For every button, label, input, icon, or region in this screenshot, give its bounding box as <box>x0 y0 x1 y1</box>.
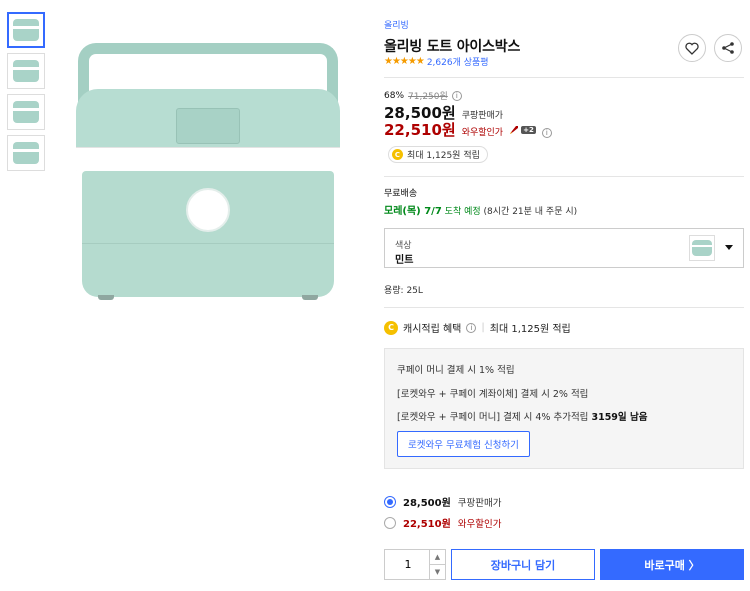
add-to-cart-button[interactable]: 장바구니 담기 <box>451 549 595 580</box>
option-value: 민트 <box>395 255 414 266</box>
price-option-coupang[interactable]: 28,500원 쿠팡판매가 <box>384 494 502 509</box>
divider <box>384 176 744 177</box>
thumbnail-4[interactable] <box>7 135 45 171</box>
info-icon[interactable]: i <box>451 90 462 101</box>
member-price-row: 22,510원 와우할인가 +2 i <box>384 119 552 140</box>
member-price-label: 와우할인가 <box>461 128 504 138</box>
main-product-image <box>58 15 358 305</box>
thumbnail-1[interactable] <box>7 12 45 48</box>
delivery-estimate: 모레(목) 7/7 도착 예정 (8시간 21분 내 주문 시) <box>384 202 577 217</box>
reward-badge: C 최대 1,125원 적립 <box>388 146 488 163</box>
benefit-box: 쿠페이 머니 결제 시 1% 적립 [로켓와우 + 쿠페이 계좌이체] 결제 시… <box>384 348 744 469</box>
shipping-label: 무료배송 <box>384 189 418 199</box>
delivery-suffix: 도착 예정 <box>444 207 481 217</box>
benefit-line: [로켓와우 + 쿠페이 계좌이체] 결제 시 2% 적립 <box>397 389 589 400</box>
cash-reward-label: 캐시적립 혜택 <box>403 324 462 335</box>
rocket-icon <box>510 126 519 134</box>
price-option-label: 와우할인가 <box>457 518 502 530</box>
quantity-stepper: ▲ ▼ <box>384 549 446 580</box>
price-option-wow[interactable]: 22,510원 와우할인가 <box>384 515 502 530</box>
cash-max-reward: 최대 1,125원 적립 <box>489 324 571 335</box>
benefit-days-left: 3159일 남음 <box>591 412 648 423</box>
separator: | <box>481 322 485 333</box>
delivery-note: (8시간 21분 내 주문 시) <box>483 207 578 217</box>
cooler-foot <box>302 295 318 300</box>
thumbnail-image <box>13 19 39 41</box>
cooler-foot <box>98 295 114 300</box>
cooler-band <box>76 147 340 173</box>
quantity-decrease-button[interactable]: ▼ <box>429 565 445 579</box>
rating-row: ★★★★★ 2,626개 상품평 <box>384 55 489 68</box>
radio-button[interactable] <box>384 495 396 508</box>
divider <box>384 307 744 308</box>
coin-icon: C <box>384 320 398 335</box>
thumbnail-image <box>13 142 39 164</box>
thumbnail-list <box>7 12 47 176</box>
capacity-text: 용량: 25L <box>384 286 423 296</box>
discount-rate: 68% <box>384 90 405 101</box>
info-icon[interactable]: i <box>541 128 552 138</box>
rocket-wow-trial-button[interactable]: 로켓와우 무료체험 신청하기 <box>397 431 530 457</box>
quantity-increase-button[interactable]: ▲ <box>429 550 445 565</box>
member-price: 22,510원 <box>384 121 456 139</box>
cooler-drain-plug <box>186 188 230 232</box>
share-icon <box>722 42 734 54</box>
reward-text: 최대 1,125원 적립 <box>407 151 480 161</box>
color-option-select[interactable]: 색상 민트 <box>384 228 744 268</box>
buy-now-button[interactable]: 바로구매 〉 <box>600 549 744 580</box>
chevron-down-icon <box>725 245 733 250</box>
cooler-body-lower <box>82 243 334 297</box>
divider <box>384 77 744 78</box>
delivery-date: 모레(목) 7/7 <box>384 206 442 217</box>
rocket-wow-badge: +2 <box>509 125 536 135</box>
info-icon[interactable]: i <box>466 322 477 333</box>
option-thumbnail <box>689 235 715 261</box>
review-count-link[interactable]: 2,626개 상품평 <box>427 55 489 68</box>
wishlist-button[interactable] <box>678 34 706 62</box>
product-title: 올리빙 도트 아이스박스 <box>384 39 521 55</box>
option-label: 색상 <box>395 241 412 251</box>
cash-reward-row: C 캐시적립 혜택 i | 최대 1,125원 적립 <box>384 320 571 335</box>
quantity-input[interactable] <box>385 550 431 579</box>
rocket-badge-count: +2 <box>521 126 536 134</box>
option-thumbnail-image <box>692 240 712 256</box>
thumbnail-image <box>13 60 39 82</box>
share-button[interactable] <box>714 34 742 62</box>
original-price: 71,250원 <box>408 92 448 102</box>
price-option-amount: 22,510원 <box>403 519 451 530</box>
benefit-line: [로켓와우 + 쿠페이 머니] 결제 시 4% 추가적립 3159일 남음 <box>397 409 647 423</box>
price-option-amount: 28,500원 <box>403 498 451 509</box>
brand-link[interactable]: 올리빙 <box>384 18 409 31</box>
benefit-line: 쿠페이 머니 결제 시 1% 적립 <box>397 365 515 376</box>
price-option-label: 쿠팡판매가 <box>457 497 502 509</box>
benefit-line-text: [로켓와우 + 쿠페이 머니] 결제 시 4% 추가적립 <box>397 412 589 423</box>
discount-row: 68% 71,250원 i <box>384 89 462 102</box>
heart-icon <box>685 42 699 55</box>
thumbnail-2[interactable] <box>7 53 45 89</box>
thumbnail-3[interactable] <box>7 94 45 130</box>
rating-stars: ★★★★★ <box>384 56 425 67</box>
thumbnail-image <box>13 101 39 123</box>
radio-button[interactable] <box>384 516 396 529</box>
cooler-latch <box>176 108 240 144</box>
coin-icon: C <box>392 149 403 160</box>
